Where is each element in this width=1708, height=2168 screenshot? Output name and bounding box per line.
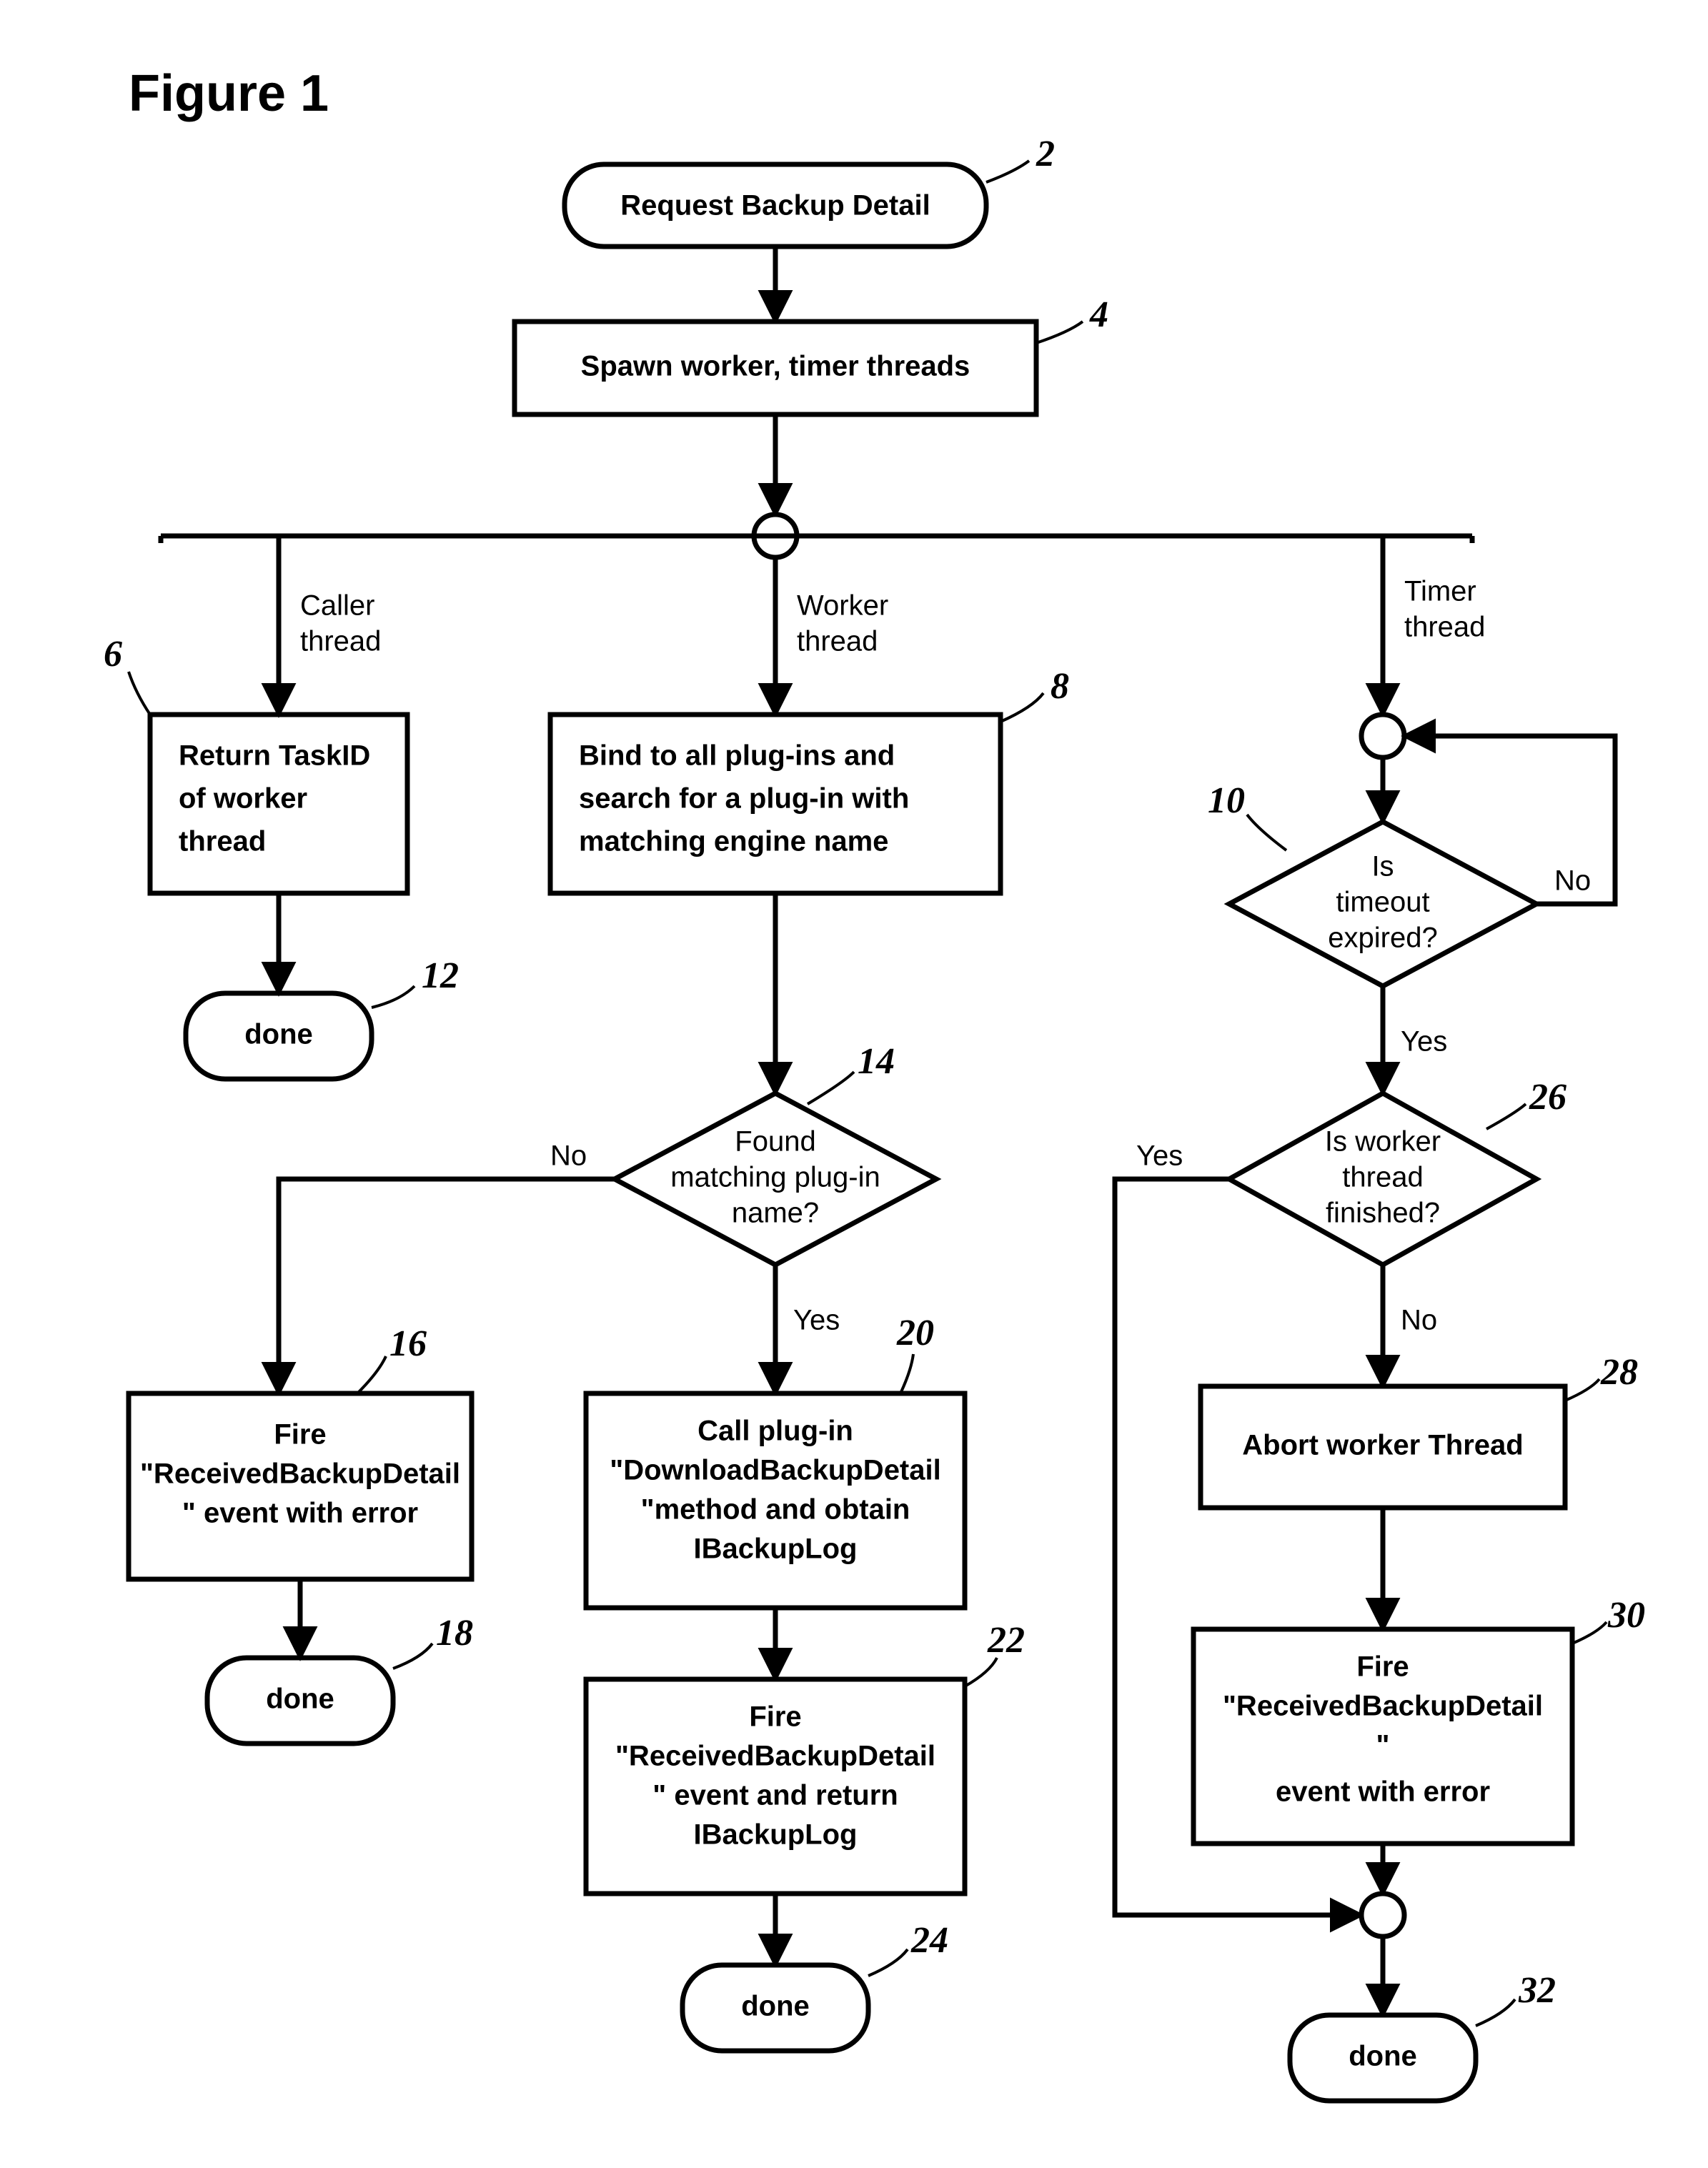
label-caller-2: thread [300, 626, 381, 657]
node-32-text: done [1349, 2041, 1417, 2072]
ref-4: 4 [1089, 294, 1108, 335]
node-10-line3: expired? [1328, 923, 1437, 954]
ref-6: 6 [104, 634, 122, 675]
node-24-text: done [741, 1991, 810, 2022]
label-26-yes: Yes [1136, 1140, 1183, 1172]
label-worker-2: thread [797, 626, 878, 657]
ref-26: 26 [1529, 1077, 1567, 1118]
node-8-line1: Bind to all plug-ins and [579, 740, 895, 772]
flowchart-svg: Return TaskID of worker thread 6 done 12… [0, 0, 1708, 2168]
node-14-line3: name? [732, 1198, 819, 1229]
node-20-line3: "method and obtain [641, 1494, 910, 1526]
label-14-no: No [550, 1140, 587, 1172]
junction-bottom [1361, 1894, 1404, 1936]
ref-2: 2 [1036, 134, 1055, 174]
label-26-no: No [1401, 1305, 1437, 1336]
label-worker-1: Worker [797, 590, 888, 622]
ref-32: 32 [1518, 1970, 1556, 2011]
ref-28: 28 [1600, 1352, 1638, 1393]
node-6-line3: thread [179, 826, 266, 857]
node-26-line1: Is worker [1325, 1126, 1441, 1158]
ref-8: 8 [1051, 666, 1069, 707]
ref-10: 10 [1208, 780, 1245, 821]
node-22-line4: IBackupLog [694, 1819, 858, 1851]
ref-20: 20 [896, 1313, 934, 1353]
node-20-line1: Call plug-in [697, 1416, 853, 1447]
node-16-line3: " event with error [182, 1498, 418, 1529]
ref-12: 12 [422, 955, 459, 996]
node-30-line1: Fire [1356, 1651, 1409, 1683]
node-6-line1: Return TaskID [179, 740, 370, 772]
node-14-line1: Found [735, 1126, 815, 1158]
node-26-line2: thread [1342, 1162, 1423, 1193]
label-timer-2: thread [1404, 612, 1485, 643]
ref-24: 24 [910, 1920, 948, 1961]
ref-16: 16 [389, 1323, 427, 1364]
node-10-line2: timeout [1336, 887, 1429, 918]
label-10-yes: Yes [1401, 1026, 1447, 1058]
label-timer-1: Timer [1404, 576, 1476, 607]
label-14-yes: Yes [793, 1305, 840, 1336]
ref-30: 30 [1607, 1595, 1645, 1636]
node-6-line2: of worker [179, 783, 307, 815]
node-20-line2: "DownloadBackupDetail [610, 1455, 940, 1486]
node-28-text: Abort worker Thread [1242, 1430, 1523, 1461]
node-12-text: done [244, 1019, 313, 1050]
node-4-text: Spawn worker, timer threads [581, 351, 970, 382]
junction-timer [1361, 715, 1404, 757]
node-22-line2: "ReceivedBackupDetail [615, 1741, 935, 1772]
ref-14: 14 [858, 1041, 895, 1082]
node-22-line3: " event and return [652, 1780, 898, 1811]
node-20-line4: IBackupLog [694, 1533, 858, 1565]
node-16-line2: "ReceivedBackupDetail [140, 1458, 460, 1490]
node-30-line4: event with error [1276, 1776, 1490, 1808]
node-10-line1: Is [1371, 851, 1394, 882]
node-22-line1: Fire [749, 1701, 801, 1733]
node-2-text: Request Backup Detail [620, 190, 930, 222]
label-caller-1: Caller [300, 590, 374, 622]
node-30-line2: "ReceivedBackupDetail [1223, 1691, 1543, 1722]
node-26-line3: finished? [1326, 1198, 1440, 1229]
label-10-no: No [1554, 865, 1591, 897]
ref-22: 22 [987, 1620, 1025, 1661]
node-18-text: done [266, 1684, 334, 1715]
node-8-line3: matching engine name [579, 826, 888, 857]
node-16-line1: Fire [274, 1419, 326, 1451]
node-8-line2: search for a plug-in with [579, 783, 909, 815]
node-14-line2: matching plug-in [670, 1162, 880, 1193]
ref-18: 18 [436, 1613, 473, 1654]
node-30-line3: " [1376, 1730, 1390, 1761]
